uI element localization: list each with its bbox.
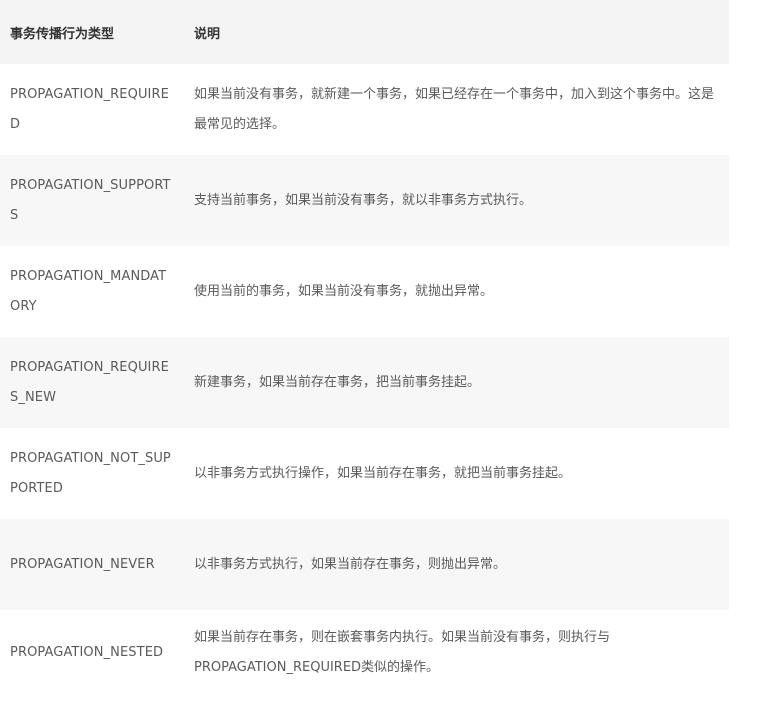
table-row: PROPAGATION_SUPPORTS 支持当前事务，如果当前没有事务，就以非… [0, 155, 729, 246]
table-row: PROPAGATION_NOT_SUPPORTED 以非事务方式执行操作，如果当… [0, 428, 729, 519]
propagation-table: 事务传播行为类型 说明 PROPAGATION_REQUIRED 如果当前没有事… [0, 0, 729, 696]
header-type: 事务传播行为类型 [10, 26, 115, 42]
table-row: PROPAGATION_REQUIRES_NEW 新建事务，如果当前存在事务，把… [0, 337, 729, 428]
cell-description: 如果当前存在事务，则在嵌套事务内执行。如果当前没有事务，则执行与PROPAGAT… [194, 630, 611, 675]
cell-description: 以非事务方式执行操作，如果当前存在事务，就把当前事务挂起。 [194, 465, 572, 481]
propagation-table-container: 事务传播行为类型 说明 PROPAGATION_REQUIRED 如果当前没有事… [0, 0, 729, 696]
table-row: PROPAGATION_NESTED 如果当前存在事务，则在嵌套事务内执行。如果… [0, 610, 729, 696]
cell-type: PROPAGATION_REQUIRES_NEW [10, 359, 169, 405]
table-row: PROPAGATION_REQUIRED 如果当前没有事务，就新建一个事务，如果… [0, 64, 729, 155]
table-header-row: 事务传播行为类型 说明 [0, 0, 729, 64]
cell-type: PROPAGATION_MANDATORY [10, 268, 167, 314]
cell-description: 如果当前没有事务，就新建一个事务，如果已经存在一个事务中，加入到这个事务中。这是… [194, 86, 715, 132]
cell-description: 支持当前事务，如果当前没有事务，就以非事务方式执行。 [194, 192, 533, 208]
table-row: PROPAGATION_MANDATORY 使用当前的事务，如果当前没有事务，就… [0, 246, 729, 337]
cell-type: PROPAGATION_SUPPORTS [10, 177, 171, 223]
cell-type: PROPAGATION_NOT_SUPPORTED [10, 450, 171, 496]
cell-type: PROPAGATION_REQUIRED [10, 86, 169, 132]
cell-type: PROPAGATION_NEVER [10, 556, 155, 572]
cell-description: 新建事务，如果当前存在事务，把当前事务挂起。 [194, 374, 481, 390]
cell-description: 以非事务方式执行，如果当前存在事务，则抛出异常。 [194, 556, 507, 572]
cell-type: PROPAGATION_NESTED [10, 645, 164, 660]
cell-description: 使用当前的事务，如果当前没有事务，就抛出异常。 [194, 283, 494, 299]
header-description: 说明 [194, 26, 221, 42]
table-row: PROPAGATION_NEVER 以非事务方式执行，如果当前存在事务，则抛出异… [0, 519, 729, 610]
